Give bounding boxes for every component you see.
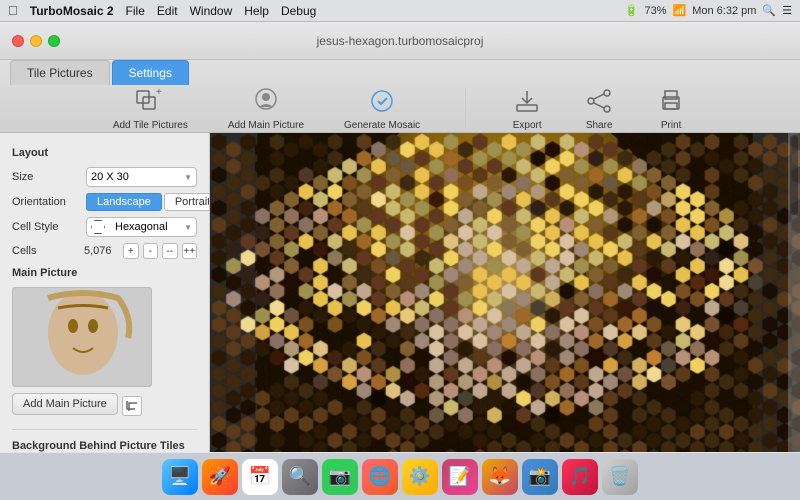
add-tile-pictures-icon: +: [134, 85, 166, 117]
hexagon-icon: [91, 220, 105, 234]
clock: Mon 6:32 pm: [692, 5, 756, 17]
titlebar: jesus-hexagon.turbomosaicproj: [0, 22, 800, 60]
cell-style-value: Hexagonal: [111, 221, 178, 233]
landscape-button[interactable]: Landscape: [86, 193, 162, 211]
hex-overlay: [210, 133, 800, 452]
cells-decrement-large-button[interactable]: --: [162, 243, 178, 259]
add-tile-pictures-button[interactable]: + Add Tile Pictures: [113, 85, 188, 131]
content-area: Layout Size 20 X 30 ▼ Orientation Landsc…: [0, 133, 800, 452]
orientation-label: Orientation: [12, 196, 80, 208]
cell-style-label: Cell Style: [12, 221, 80, 233]
file-menu[interactable]: File: [126, 4, 145, 18]
cells-row: Cells 5,076 + - -- ++: [12, 243, 197, 259]
cell-style-chevron-icon: ▼: [184, 223, 192, 232]
close-button[interactable]: [12, 35, 24, 47]
tab-tile-pictures[interactable]: Tile Pictures: [10, 60, 110, 85]
svg-text:+: +: [156, 87, 162, 98]
thumbnail-svg: [13, 288, 152, 387]
print-icon: [655, 85, 687, 117]
control-icon[interactable]: ☰: [782, 4, 792, 17]
share-button[interactable]: Share: [583, 85, 615, 131]
menubar:  TurboMosaic 2 File Edit Window Help De…: [0, 0, 800, 22]
dock-app2[interactable]: ⚙️: [402, 459, 438, 495]
orientation-group: Landscape Portrait: [86, 193, 210, 211]
app-name[interactable]: TurboMosaic 2: [30, 4, 114, 18]
cells-decrement-button[interactable]: -: [143, 243, 159, 259]
dock-spotlight[interactable]: 🔍: [282, 459, 318, 495]
tab-settings[interactable]: Settings: [112, 60, 189, 85]
mosaic-canvas-element: [210, 133, 800, 452]
add-main-picture-icon: [250, 85, 282, 117]
apple-menu[interactable]: : [8, 3, 18, 18]
export-icon: [511, 85, 543, 117]
cell-style-dropdown[interactable]: Hexagonal ▼: [86, 217, 197, 237]
toolbar-wrapper: Tile Pictures Settings + Add Tile Pictur…: [0, 60, 800, 133]
export-label: Export: [513, 120, 542, 131]
dock-calendar[interactable]: 📅: [242, 459, 278, 495]
generate-mosaic-icon: [366, 85, 398, 117]
main-picture-title: Main Picture: [12, 267, 197, 279]
size-row: Size 20 X 30 ▼: [12, 167, 197, 187]
add-picture-row: Add Main Picture: [12, 393, 197, 419]
minimize-button[interactable]: [30, 35, 42, 47]
add-main-picture-button[interactable]: Add Main Picture: [228, 85, 304, 131]
window-menu[interactable]: Window: [190, 4, 233, 18]
cells-increment-large-button[interactable]: ++: [182, 243, 198, 259]
share-label: Share: [586, 120, 613, 131]
generate-mosaic-button[interactable]: Generate Mosaic: [344, 85, 420, 131]
sidebar: Layout Size 20 X 30 ▼ Orientation Landsc…: [0, 133, 210, 452]
print-label: Print: [661, 120, 682, 131]
cell-style-row: Cell Style Hexagonal ▼: [12, 217, 197, 237]
dock-music[interactable]: 🎵: [562, 459, 598, 495]
dock-finder[interactable]: 🖥️: [162, 459, 198, 495]
traffic-lights: [12, 35, 60, 47]
window-title: jesus-hexagon.turbomosaicproj: [317, 34, 484, 48]
mosaic-canvas: [210, 133, 800, 452]
size-chevron-icon: ▼: [184, 173, 192, 182]
portrait-button[interactable]: Portrait: [164, 193, 210, 211]
dock-app4[interactable]: 📸: [522, 459, 558, 495]
main-picture-section: Main Picture Add Main Pict: [12, 267, 197, 419]
battery-icon: 🔋: [625, 4, 639, 17]
maximize-button[interactable]: [48, 35, 60, 47]
toolbar-divider: [465, 88, 466, 128]
size-label: Size: [12, 171, 80, 183]
cells-label: Cells: [12, 245, 80, 257]
dock-app3[interactable]: 📝: [442, 459, 478, 495]
battery-percent: 73%: [644, 5, 666, 17]
dock-firefox[interactable]: 🦊: [482, 459, 518, 495]
help-menu[interactable]: Help: [244, 4, 269, 18]
dock-launchpad[interactable]: 🚀: [202, 459, 238, 495]
dock: 🖥️ 🚀 📅 🔍 📷 🌐 ⚙️ 📝 🦊 📸 🎵 🗑️: [0, 452, 800, 500]
main-window: jesus-hexagon.turbomosaicproj Tile Pictu…: [0, 22, 800, 452]
vertical-scrollbar[interactable]: [788, 133, 800, 452]
toolbar-tabs: Tile Pictures Settings: [10, 60, 189, 85]
cells-count: 5,076: [84, 245, 119, 257]
add-main-picture-label: Add Main Picture: [228, 120, 304, 131]
add-tile-pictures-label: Add Tile Pictures: [113, 120, 188, 131]
export-button[interactable]: Export: [511, 85, 543, 131]
debug-menu[interactable]: Debug: [281, 4, 316, 18]
dock-trash[interactable]: 🗑️: [602, 459, 638, 495]
bg-section-title: Background Behind Picture Tiles: [12, 440, 197, 452]
print-button[interactable]: Print: [655, 85, 687, 131]
crop-icon: [125, 399, 139, 413]
share-icon: [583, 85, 615, 117]
cells-increment-button[interactable]: +: [123, 243, 139, 259]
size-value: 20 X 30: [91, 171, 129, 183]
size-dropdown[interactable]: 20 X 30 ▼: [86, 167, 197, 187]
scrollbar-thumb[interactable]: [790, 135, 798, 215]
generate-mosaic-label: Generate Mosaic: [344, 120, 420, 131]
main-picture-thumbnail: [12, 287, 152, 387]
crop-tool-button[interactable]: [122, 396, 142, 416]
dock-photos[interactable]: 📷: [322, 459, 358, 495]
dock-app1[interactable]: 🌐: [362, 459, 398, 495]
wifi-icon: 📶: [673, 4, 687, 17]
layout-section-title: Layout: [12, 147, 197, 159]
orientation-row: Orientation Landscape Portrait: [12, 193, 197, 211]
background-section: Background Behind Picture Tiles Tile Spa…: [12, 429, 197, 452]
edit-menu[interactable]: Edit: [157, 4, 178, 18]
add-main-picture-button[interactable]: Add Main Picture: [12, 393, 118, 415]
search-icon[interactable]: 🔍: [762, 4, 776, 17]
